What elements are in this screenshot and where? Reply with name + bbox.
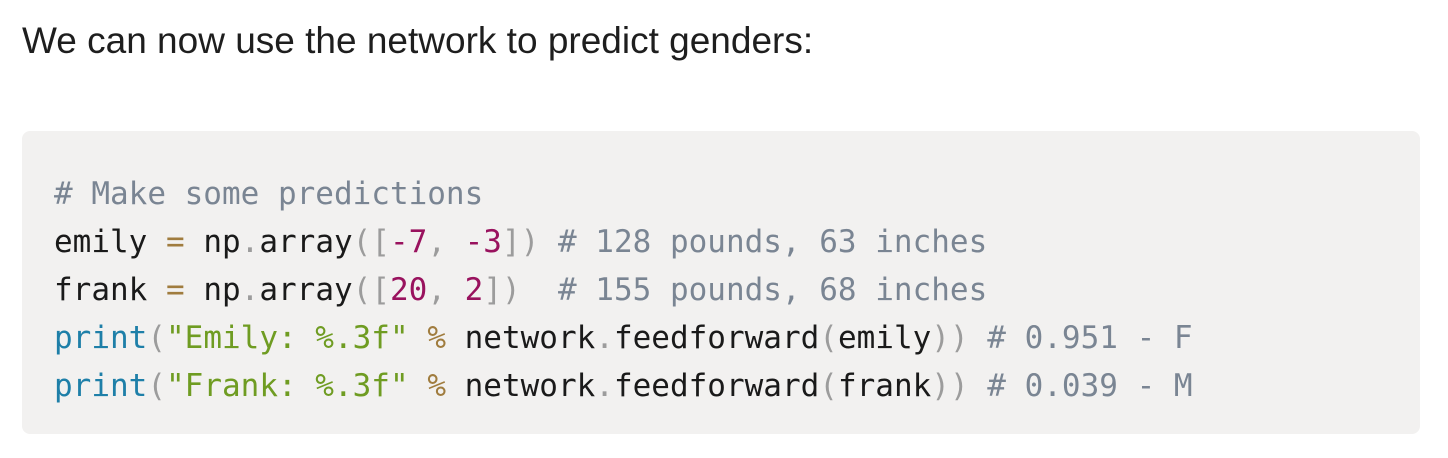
code-line-4: print("Emily: %.3f" % network.feedforwar… bbox=[54, 314, 1420, 362]
code-token: feedforward bbox=[613, 320, 820, 356]
intro-paragraph: We can now use the network to predict ge… bbox=[22, 20, 814, 61]
code-block: # Make some predictions emily = np.array(… bbox=[22, 131, 1420, 434]
code-string: "Frank: %.3f" bbox=[166, 368, 409, 404]
code-builtin: print bbox=[54, 320, 148, 356]
code-token: emily bbox=[837, 320, 932, 356]
code-string: "Emily: %.3f" bbox=[166, 320, 409, 356]
code-listing: # Make some predictions emily = np.array(… bbox=[54, 170, 1420, 410]
code-punctuation: ([ bbox=[352, 272, 390, 308]
code-punctuation: )) bbox=[931, 368, 969, 404]
code-token: array bbox=[259, 224, 353, 260]
code-operator: = bbox=[165, 224, 185, 260]
code-punctuation: . bbox=[595, 320, 614, 356]
code-number: 2 bbox=[464, 272, 484, 308]
code-punctuation: . bbox=[595, 368, 614, 404]
code-line-3: frank = np.array([20, 2]) # 155 pounds, … bbox=[54, 266, 1420, 314]
code-punctuation: ( bbox=[147, 320, 166, 356]
code-punctuation: ]) bbox=[483, 272, 521, 308]
code-operator: % bbox=[427, 368, 446, 404]
code-token: frank bbox=[54, 272, 166, 308]
code-punctuation: . bbox=[240, 272, 260, 308]
code-punctuation: ( bbox=[819, 368, 838, 404]
code-comment: # 155 pounds, 68 inches bbox=[557, 272, 988, 308]
code-builtin: print bbox=[54, 368, 148, 404]
code-punctuation: . bbox=[240, 224, 260, 260]
code-line-5: print("Frank: %.3f" % network.feedforwar… bbox=[54, 362, 1420, 410]
article-section: We can now use the network to predict ge… bbox=[0, 0, 1448, 458]
code-punctuation: , bbox=[427, 272, 465, 308]
code-comment: # 0.951 - F bbox=[987, 320, 1193, 356]
code-token: frank bbox=[837, 368, 932, 404]
code-token: network bbox=[445, 368, 596, 404]
code-line-2: emily = np.array([-7, -3]) # 128 pounds,… bbox=[54, 218, 1420, 266]
code-punctuation: ( bbox=[819, 320, 838, 356]
code-number: 20 bbox=[389, 272, 428, 308]
code-token: emily bbox=[54, 224, 166, 260]
code-punctuation: ]) bbox=[501, 224, 540, 260]
code-token: np bbox=[184, 224, 241, 260]
code-punctuation: , bbox=[427, 224, 465, 260]
code-comment: # Make some predictions bbox=[54, 176, 484, 212]
code-line-1: # Make some predictions bbox=[54, 170, 1420, 218]
code-operator: = bbox=[165, 272, 185, 308]
code-token: array bbox=[259, 272, 353, 308]
code-comment: # 0.039 - M bbox=[987, 368, 1193, 404]
code-number: -7 bbox=[389, 224, 428, 260]
code-punctuation: ( bbox=[147, 368, 166, 404]
code-punctuation: ([ bbox=[352, 224, 390, 260]
code-token: np bbox=[184, 272, 241, 308]
code-operator: % bbox=[427, 320, 446, 356]
code-token: network bbox=[445, 320, 596, 356]
code-punctuation: )) bbox=[931, 320, 969, 356]
code-token: feedforward bbox=[613, 368, 820, 404]
code-comment: # 128 pounds, 63 inches bbox=[557, 224, 988, 260]
code-number: -3 bbox=[464, 224, 502, 260]
